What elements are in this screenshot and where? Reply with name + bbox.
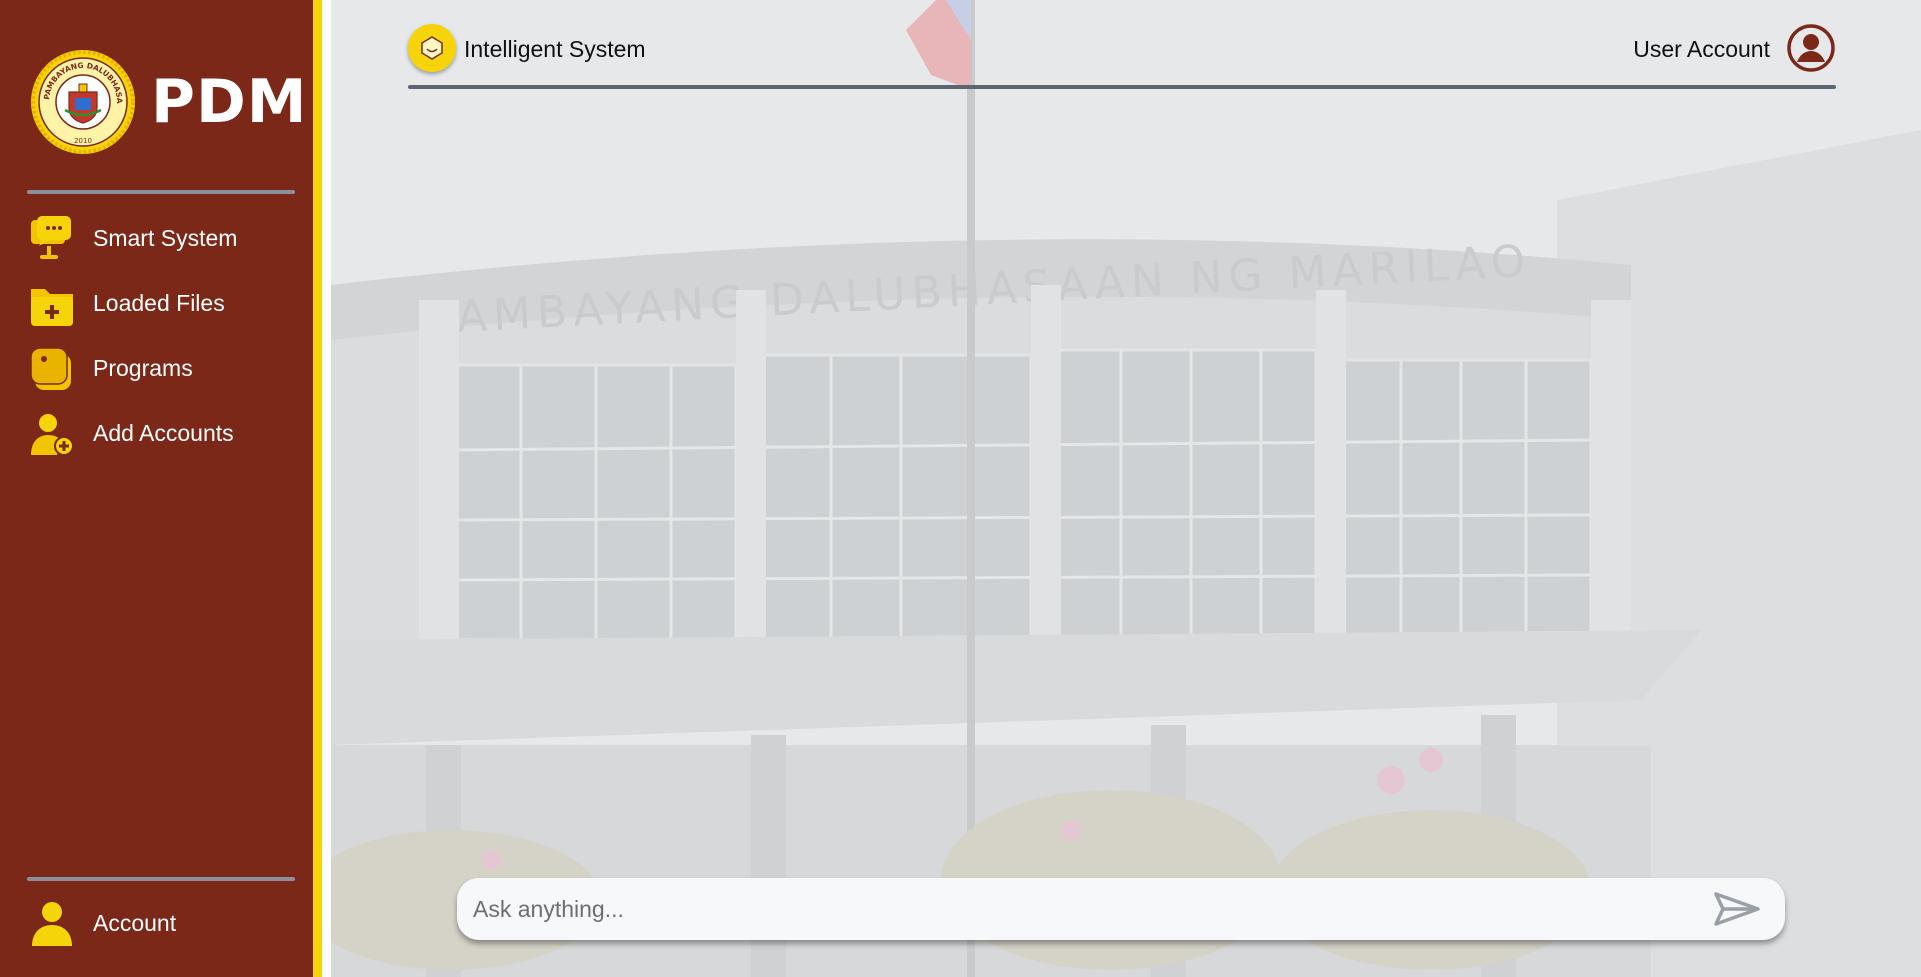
folder-plus-icon — [28, 280, 76, 328]
brand: PAMBAYANG DALUBHASAAN NG MARILAO 2010 PD… — [29, 47, 308, 157]
svg-text:2010: 2010 — [74, 137, 92, 145]
chat-monitor-icon — [28, 215, 76, 263]
sidebar-item-smart-system[interactable]: Smart System — [28, 206, 298, 271]
header-divider — [408, 85, 1836, 89]
sidebar-item-label: Programs — [93, 355, 193, 381]
chat-input-bar — [457, 878, 1785, 940]
header-bar: Intelligent System User Account — [408, 20, 1836, 90]
campus-background-image: PAMBAYANG DALUBHASAAN NG MARILAO — [331, 0, 1921, 977]
sidebar-item-programs[interactable]: Programs — [28, 336, 298, 401]
sidebar-item-label: Account — [93, 910, 177, 936]
add-user-icon — [28, 410, 76, 458]
pdm-seal-logo: PAMBAYANG DALUBHASAAN NG MARILAO 2010 — [29, 48, 135, 154]
sidebar-item-loaded-files[interactable]: Loaded Files — [28, 271, 298, 336]
sidebar-item-account[interactable]: Account — [28, 891, 298, 956]
main-area: PAMBAYANG DALUBHASAAN NG MARILAO Intelli… — [331, 0, 1921, 977]
sidebar: PAMBAYANG DALUBHASAAN NG MARILAO 2010 PD… — [0, 0, 322, 977]
sidebar-item-label: Add Accounts — [93, 420, 234, 446]
sidebar-item-label: Smart System — [93, 225, 238, 251]
ai-badge-icon — [408, 24, 456, 72]
sidebar-divider-bottom — [27, 877, 295, 881]
brand-name: PDM — [151, 67, 308, 137]
sidebar-item-label: Loaded Files — [93, 290, 225, 316]
chat-input[interactable] — [457, 878, 1709, 940]
sidebar-nav: Smart System Loaded Files Programs Add A… — [28, 206, 298, 466]
send-icon — [1714, 892, 1760, 926]
user-icon — [28, 900, 76, 948]
user-account-icon[interactable] — [1786, 23, 1836, 73]
programs-icon — [28, 345, 76, 393]
app-window: PAMBAYANG DALUBHASAAN NG MARILAO 2010 PD… — [0, 0, 1921, 977]
sidebar-divider-top — [27, 190, 295, 194]
sidebar-item-add-accounts[interactable]: Add Accounts — [28, 401, 298, 466]
send-button[interactable] — [1709, 881, 1765, 937]
user-account-label[interactable]: User Account — [1633, 36, 1770, 63]
page-title: Intelligent System — [464, 36, 646, 62]
